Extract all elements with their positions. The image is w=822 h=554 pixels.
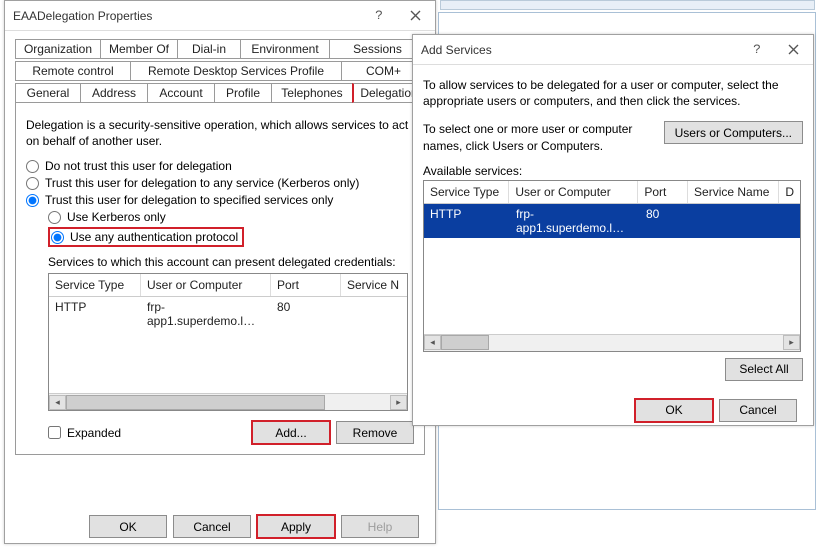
col-service-type[interactable]: Service Type xyxy=(49,274,141,296)
add-services-intro: To allow services to be delegated for a … xyxy=(423,77,803,109)
radio-specified-input[interactable] xyxy=(26,194,39,207)
properties-titlebar: EAADelegation Properties ? xyxy=(5,1,435,31)
radio-any-service-input[interactable] xyxy=(26,177,39,190)
expanded-label: Expanded xyxy=(67,426,121,440)
tab-rds-profile[interactable]: Remote Desktop Services Profile xyxy=(130,61,342,81)
credentials-grid[interactable]: Service Type User or Computer Port Servi… xyxy=(48,273,408,411)
delegation-explain: Delegation is a security-sensitive opera… xyxy=(26,117,414,149)
radio-specified-label: Trust this user for delegation to specif… xyxy=(45,193,333,207)
available-services-label: Available services: xyxy=(423,164,803,178)
scroll-thumb[interactable] xyxy=(441,335,489,350)
table-row[interactable]: HTTP frp-app1.superdemo.l… 80 xyxy=(424,204,800,238)
credentials-table-label: Services to which this account can prese… xyxy=(48,255,414,269)
remove-button[interactable]: Remove xyxy=(336,421,414,444)
cell-user-computer: frp-app1.superdemo.l… xyxy=(141,297,271,331)
cell-service-type: HTTP xyxy=(49,297,141,331)
available-services-grid[interactable]: Service Type User or Computer Port Servi… xyxy=(423,180,801,352)
tab-environment[interactable]: Environment xyxy=(240,39,330,59)
tab-remote-control[interactable]: Remote control xyxy=(15,61,131,81)
radio-any-auth-input[interactable] xyxy=(51,231,64,244)
col-port[interactable]: Port xyxy=(271,274,341,296)
properties-dialog: EAADelegation Properties ? Organization … xyxy=(4,0,436,544)
radio-any-service-label: Trust this user for delegation to any se… xyxy=(45,176,359,190)
help-icon[interactable]: ? xyxy=(739,36,775,64)
cell-service-name xyxy=(690,204,782,238)
properties-footer: OK Cancel Apply Help xyxy=(15,503,425,544)
help-button[interactable]: Help xyxy=(341,515,419,538)
tab-organization[interactable]: Organization xyxy=(15,39,101,59)
col-user-computer[interactable]: User or Computer xyxy=(141,274,271,296)
ok-button[interactable]: OK xyxy=(635,399,713,422)
expanded-checkbox-input[interactable] xyxy=(48,426,61,439)
apply-button[interactable]: Apply xyxy=(257,515,335,538)
cancel-button[interactable]: Cancel xyxy=(719,399,797,422)
scroll-left-icon[interactable]: ◂ xyxy=(424,335,441,350)
select-all-button[interactable]: Select All xyxy=(725,358,803,381)
tabs-row-3: General Address Account Profile Telephon… xyxy=(15,83,425,103)
horizontal-scrollbar[interactable]: ◂ ▸ xyxy=(49,393,407,410)
cell-service-name xyxy=(341,297,407,331)
select-users-text: To select one or more user or computer n… xyxy=(423,121,646,153)
horizontal-scrollbar[interactable]: ◂ ▸ xyxy=(424,334,800,351)
add-services-title: Add Services xyxy=(421,43,739,57)
cell-d xyxy=(782,204,800,238)
credentials-grid-header: Service Type User or Computer Port Servi… xyxy=(49,274,407,297)
cell-service-type: HTTP xyxy=(424,204,510,238)
radio-no-trust[interactable]: Do not trust this user for delegation xyxy=(26,159,414,173)
tab-account[interactable]: Account xyxy=(147,83,215,103)
delegation-panel: Delegation is a security-sensitive opera… xyxy=(15,103,425,455)
radio-specified[interactable]: Trust this user for delegation to specif… xyxy=(26,193,414,207)
tab-telephones[interactable]: Telephones xyxy=(271,83,353,103)
radio-any-service[interactable]: Trust this user for delegation to any se… xyxy=(26,176,414,190)
col-port[interactable]: Port xyxy=(638,181,688,203)
help-icon[interactable]: ? xyxy=(361,2,397,30)
tab-general[interactable]: General xyxy=(15,83,81,103)
scroll-right-icon[interactable]: ▸ xyxy=(783,335,800,350)
radio-kerberos-only-input[interactable] xyxy=(48,211,61,224)
col-service-name[interactable]: Service Name xyxy=(688,181,779,203)
add-button[interactable]: Add... xyxy=(252,421,330,444)
tab-member-of[interactable]: Member Of xyxy=(100,39,178,59)
tab-profile[interactable]: Profile xyxy=(214,83,272,103)
col-service-name[interactable]: Service N xyxy=(341,274,407,296)
scroll-left-icon[interactable]: ◂ xyxy=(49,395,66,410)
tabs-row-2: Remote control Remote Desktop Services P… xyxy=(15,61,425,81)
scroll-thumb[interactable] xyxy=(66,395,325,410)
tabs-row-1: Organization Member Of Dial-in Environme… xyxy=(15,39,425,59)
close-icon[interactable] xyxy=(397,2,433,30)
add-services-dialog: Add Services ? To allow services to be d… xyxy=(412,34,814,426)
col-user-computer[interactable]: User or Computer xyxy=(509,181,638,203)
cancel-button[interactable]: Cancel xyxy=(173,515,251,538)
radio-any-auth-label: Use any authentication protocol xyxy=(70,230,238,244)
radio-no-trust-label: Do not trust this user for delegation xyxy=(45,159,232,173)
tab-dial-in[interactable]: Dial-in xyxy=(177,39,241,59)
radio-no-trust-input[interactable] xyxy=(26,160,39,173)
table-row[interactable]: HTTP frp-app1.superdemo.l… 80 xyxy=(49,297,407,331)
properties-title: EAADelegation Properties xyxy=(13,9,361,23)
cell-port: 80 xyxy=(640,204,690,238)
ok-button[interactable]: OK xyxy=(89,515,167,538)
radio-kerberos-only-label: Use Kerberos only xyxy=(67,210,166,224)
col-service-type[interactable]: Service Type xyxy=(424,181,509,203)
close-icon[interactable] xyxy=(775,36,811,64)
radio-any-auth-highlight: Use any authentication protocol xyxy=(48,227,244,247)
col-d[interactable]: D xyxy=(779,181,800,203)
expanded-checkbox[interactable]: Expanded xyxy=(48,426,246,440)
users-or-computers-button[interactable]: Users or Computers... xyxy=(664,121,803,144)
tab-address[interactable]: Address xyxy=(80,83,148,103)
available-services-header: Service Type User or Computer Port Servi… xyxy=(424,181,800,204)
radio-kerberos-only[interactable]: Use Kerberos only xyxy=(48,210,414,224)
scroll-right-icon[interactable]: ▸ xyxy=(390,395,407,410)
add-services-titlebar: Add Services ? xyxy=(413,35,813,65)
cell-port: 80 xyxy=(271,297,341,331)
cell-user-computer: frp-app1.superdemo.l… xyxy=(510,204,640,238)
